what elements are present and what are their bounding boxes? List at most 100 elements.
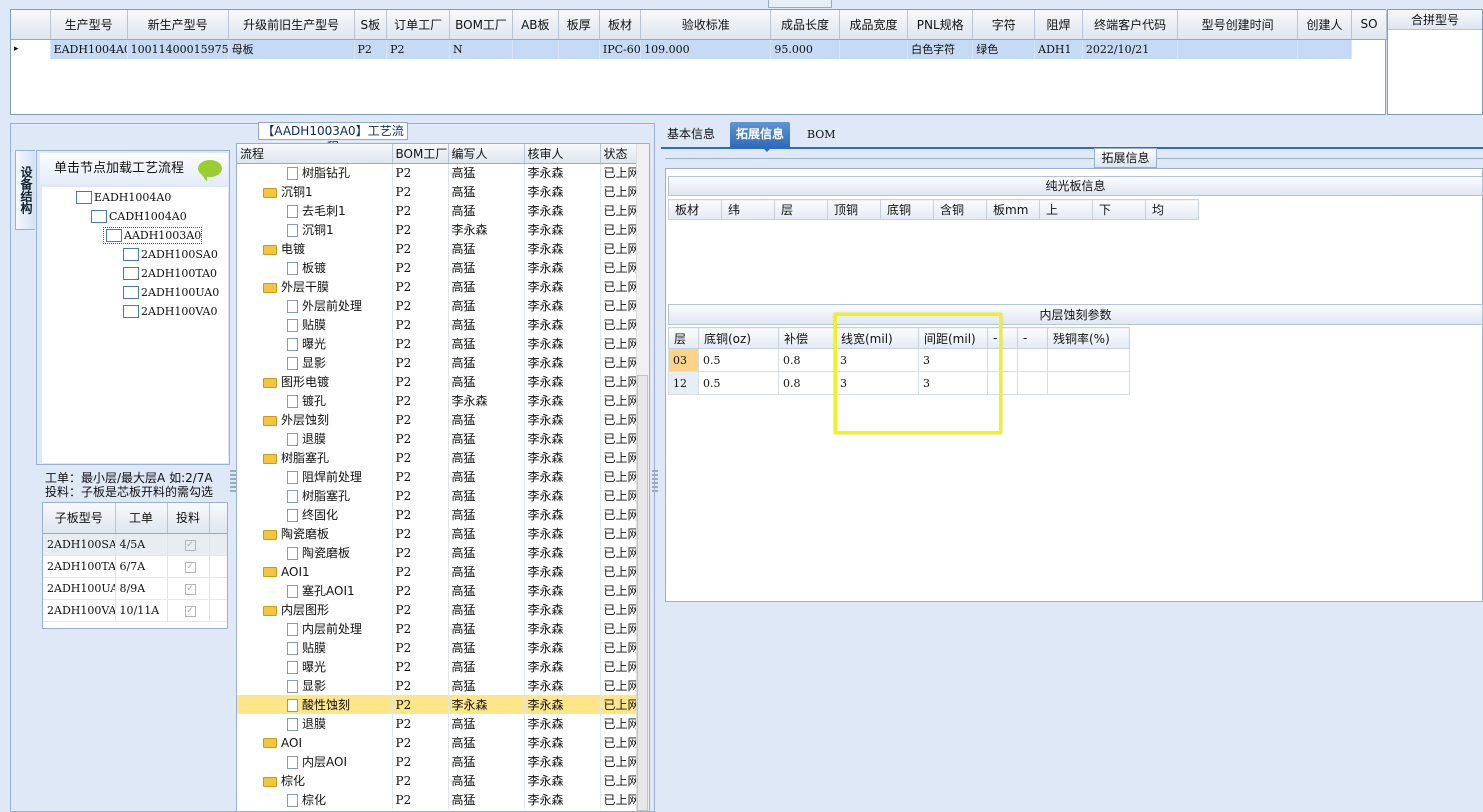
flow-step-cell[interactable]: 曝光 (237, 334, 393, 353)
flow-row[interactable]: 棕化 P2 高猛 李永森 已上网 (237, 771, 638, 790)
flow-row[interactable]: 陶瓷磨板 P2 高猛 李永森 已上网 (237, 543, 638, 562)
flow-row[interactable]: 外层干膜 P2 高猛 李永森 已上网 (237, 277, 638, 296)
product-cell[interactable]: ADH1 (1034, 39, 1083, 59)
product-cell[interactable] (839, 39, 909, 59)
product-cell[interactable]: 2022/10/21 (1082, 39, 1179, 59)
flow-step-cell[interactable]: 树脂塞孔 (237, 448, 393, 467)
flow-row[interactable]: 显影 P2 高猛 李永森 已上网 (237, 353, 638, 372)
flow-step-cell[interactable]: 去毛刺1 (237, 201, 393, 220)
work-order-cell[interactable]: 6/7A (115, 555, 168, 578)
flow-row[interactable]: 曝光 P2 高猛 李永森 已上网 (237, 657, 638, 676)
sub-board-row[interactable]: 2ADH100SA04/5A ✓ (43, 533, 227, 556)
etch-cell[interactable] (1047, 371, 1130, 395)
work-order-cell[interactable]: 10/11A (115, 599, 168, 622)
feed-cell[interactable]: ✓ (167, 555, 210, 578)
product-cell[interactable]: IPC-6012 Ⅱ级 (599, 39, 642, 59)
flow-row[interactable]: 塞孔AOI1 P2 高猛 李永森 已上网 (237, 581, 638, 600)
etch-col[interactable]: - (1017, 327, 1048, 349)
col-flow[interactable]: 流程 (237, 144, 393, 164)
flow-step-cell[interactable]: 酸性蚀刻 (237, 695, 393, 714)
flow-step-cell[interactable]: 内层AOI (237, 752, 393, 771)
tree-node[interactable]: 2ADH100UA0 (121, 285, 219, 300)
flow-step-cell[interactable]: 贴膜 (237, 638, 393, 657)
etch-cell[interactable] (1047, 348, 1130, 372)
etch-cell[interactable]: 0.8 (778, 371, 836, 395)
bare-board-col[interactable]: 含铜 (933, 199, 987, 220)
flow-step-cell[interactable]: 沉铜1 (237, 220, 393, 239)
tab-bom[interactable]: BOM (801, 122, 842, 147)
col-header[interactable]: 阻焊 (1034, 10, 1083, 40)
flow-row[interactable]: 显影 P2 高猛 李永森 已上网 (237, 676, 638, 695)
tree-node[interactable]: 2ADH100SA0 (121, 247, 218, 262)
etch-col[interactable]: 残铜率(%) (1047, 327, 1130, 349)
flow-row[interactable]: 阻焊前处理 P2 高猛 李永森 已上网 (237, 467, 638, 486)
sub-board-row[interactable]: 2ADH100VA010/11A ✓ (43, 599, 227, 622)
flow-row[interactable]: 曝光 P2 高猛 李永森 已上网 (237, 334, 638, 353)
col-header[interactable]: 新生产型号 (127, 10, 229, 40)
flow-row[interactable]: 贴膜 P2 高猛 李永森 已上网 (237, 638, 638, 657)
flow-row[interactable]: 酸性蚀刻 P2 李永森 李永森 已上网 (237, 695, 638, 714)
col-sub-model[interactable]: 子板型号 (43, 503, 116, 534)
splitter-grip-left[interactable] (230, 470, 236, 492)
product-cell[interactable]: EADH1004A0 (50, 39, 128, 59)
tab-device-structure[interactable]: 设备结构 (15, 150, 35, 230)
splitter-grip[interactable] (768, 0, 832, 8)
product-cell[interactable]: 10011400015975 (127, 39, 229, 59)
flow-step-cell[interactable]: 显影 (237, 353, 393, 372)
layer-cell[interactable]: 03 (668, 348, 699, 372)
col-header[interactable]: 成品宽度 (839, 10, 909, 40)
product-cell[interactable]: P2 (354, 39, 388, 59)
flow-step-cell[interactable]: 显影 (237, 676, 393, 695)
flow-row[interactable]: 电镀 P2 高猛 李永森 已上网 (237, 239, 638, 258)
sub-board-row[interactable]: 2ADH100UA08/9A ✓ (43, 577, 227, 600)
feed-cell[interactable]: ✓ (167, 599, 210, 622)
flow-step-cell[interactable]: 阻焊前处理 (237, 467, 393, 486)
etch-col[interactable]: 层 (668, 327, 699, 349)
tree-node[interactable]: 2ADH100VA0 (121, 304, 218, 319)
corner-cell[interactable] (11, 10, 51, 40)
product-cell[interactable] (1177, 39, 1298, 59)
col-header[interactable]: 订单工厂 (386, 10, 451, 40)
bare-board-col[interactable]: 纬 (721, 199, 775, 220)
etch-cell[interactable] (1017, 371, 1048, 395)
flow-row[interactable]: 贴膜 P2 高猛 李永森 已上网 (237, 315, 638, 334)
product-grid-row[interactable]: ▸EADH1004A010011400015975母板P2P2NIPC-6012… (11, 39, 1387, 59)
flow-row[interactable]: 内层前处理 P2 高猛 李永森 已上网 (237, 619, 638, 638)
flow-step-cell[interactable]: 终固化 (237, 505, 393, 524)
product-cell[interactable]: 109.000 (640, 39, 772, 59)
col-header[interactable]: 验收标准 (640, 10, 772, 40)
flow-step-cell[interactable]: 外层前处理 (237, 296, 393, 315)
etch-col[interactable]: 底铜(oz) (698, 327, 779, 349)
sub-board-row[interactable]: 2ADH100TA06/7A ✓ (43, 555, 227, 578)
product-cell[interactable] (512, 39, 559, 59)
tree-node[interactable]: CADH1004A0 (89, 209, 187, 224)
col-bom-factory[interactable]: BOM工厂 (392, 144, 449, 164)
col-header[interactable]: 创建人 (1297, 10, 1353, 40)
flow-step-cell[interactable]: 陶瓷磨板 (237, 543, 393, 562)
product-cell[interactable]: 绿色 (972, 39, 1036, 59)
flow-step-cell[interactable]: 镀孔 (237, 391, 393, 410)
bare-board-col[interactable]: 板mm (986, 199, 1040, 220)
flow-scrollbar-thumb[interactable] (637, 375, 648, 811)
flow-row[interactable]: 外层前处理 P2 高猛 李永森 已上网 (237, 296, 638, 315)
flow-step-cell[interactable]: 内层前处理 (237, 619, 393, 638)
product-cell[interactable]: 母板 (228, 39, 355, 59)
etch-cell[interactable]: 0.5 (698, 348, 779, 372)
flow-step-cell[interactable]: 曝光 (237, 657, 393, 676)
bare-board-col[interactable]: 顶铜 (827, 199, 881, 220)
flow-step-cell[interactable]: 棕化 (237, 771, 393, 790)
etch-cell[interactable]: 0.8 (778, 348, 836, 372)
flow-row[interactable]: 板镀 P2 高猛 李永森 已上网 (237, 258, 638, 277)
col-header[interactable]: 成品长度 (770, 10, 840, 40)
flow-row[interactable]: 沉铜1 P2 李永森 李永森 已上网 (237, 220, 638, 239)
flow-row[interactable]: 沉铜1 P2 高猛 李永森 已上网 (237, 182, 638, 201)
bare-board-col[interactable]: 下 (1092, 199, 1146, 220)
etch-cell[interactable]: 0.5 (698, 371, 779, 395)
tree-node[interactable]: 2ADH100TA0 (121, 266, 217, 281)
flow-row[interactable]: 树脂钻孔 P2 高猛 李永森 已上网 (237, 163, 638, 182)
flow-row[interactable]: 镀孔 P2 李永森 李永森 已上网 (237, 391, 638, 410)
etch-cell[interactable] (1017, 348, 1048, 372)
col-header[interactable]: AB板 (512, 10, 559, 40)
product-cell[interactable]: 95.000 (770, 39, 840, 59)
flow-step-cell[interactable]: 沉铜1 (237, 182, 393, 201)
